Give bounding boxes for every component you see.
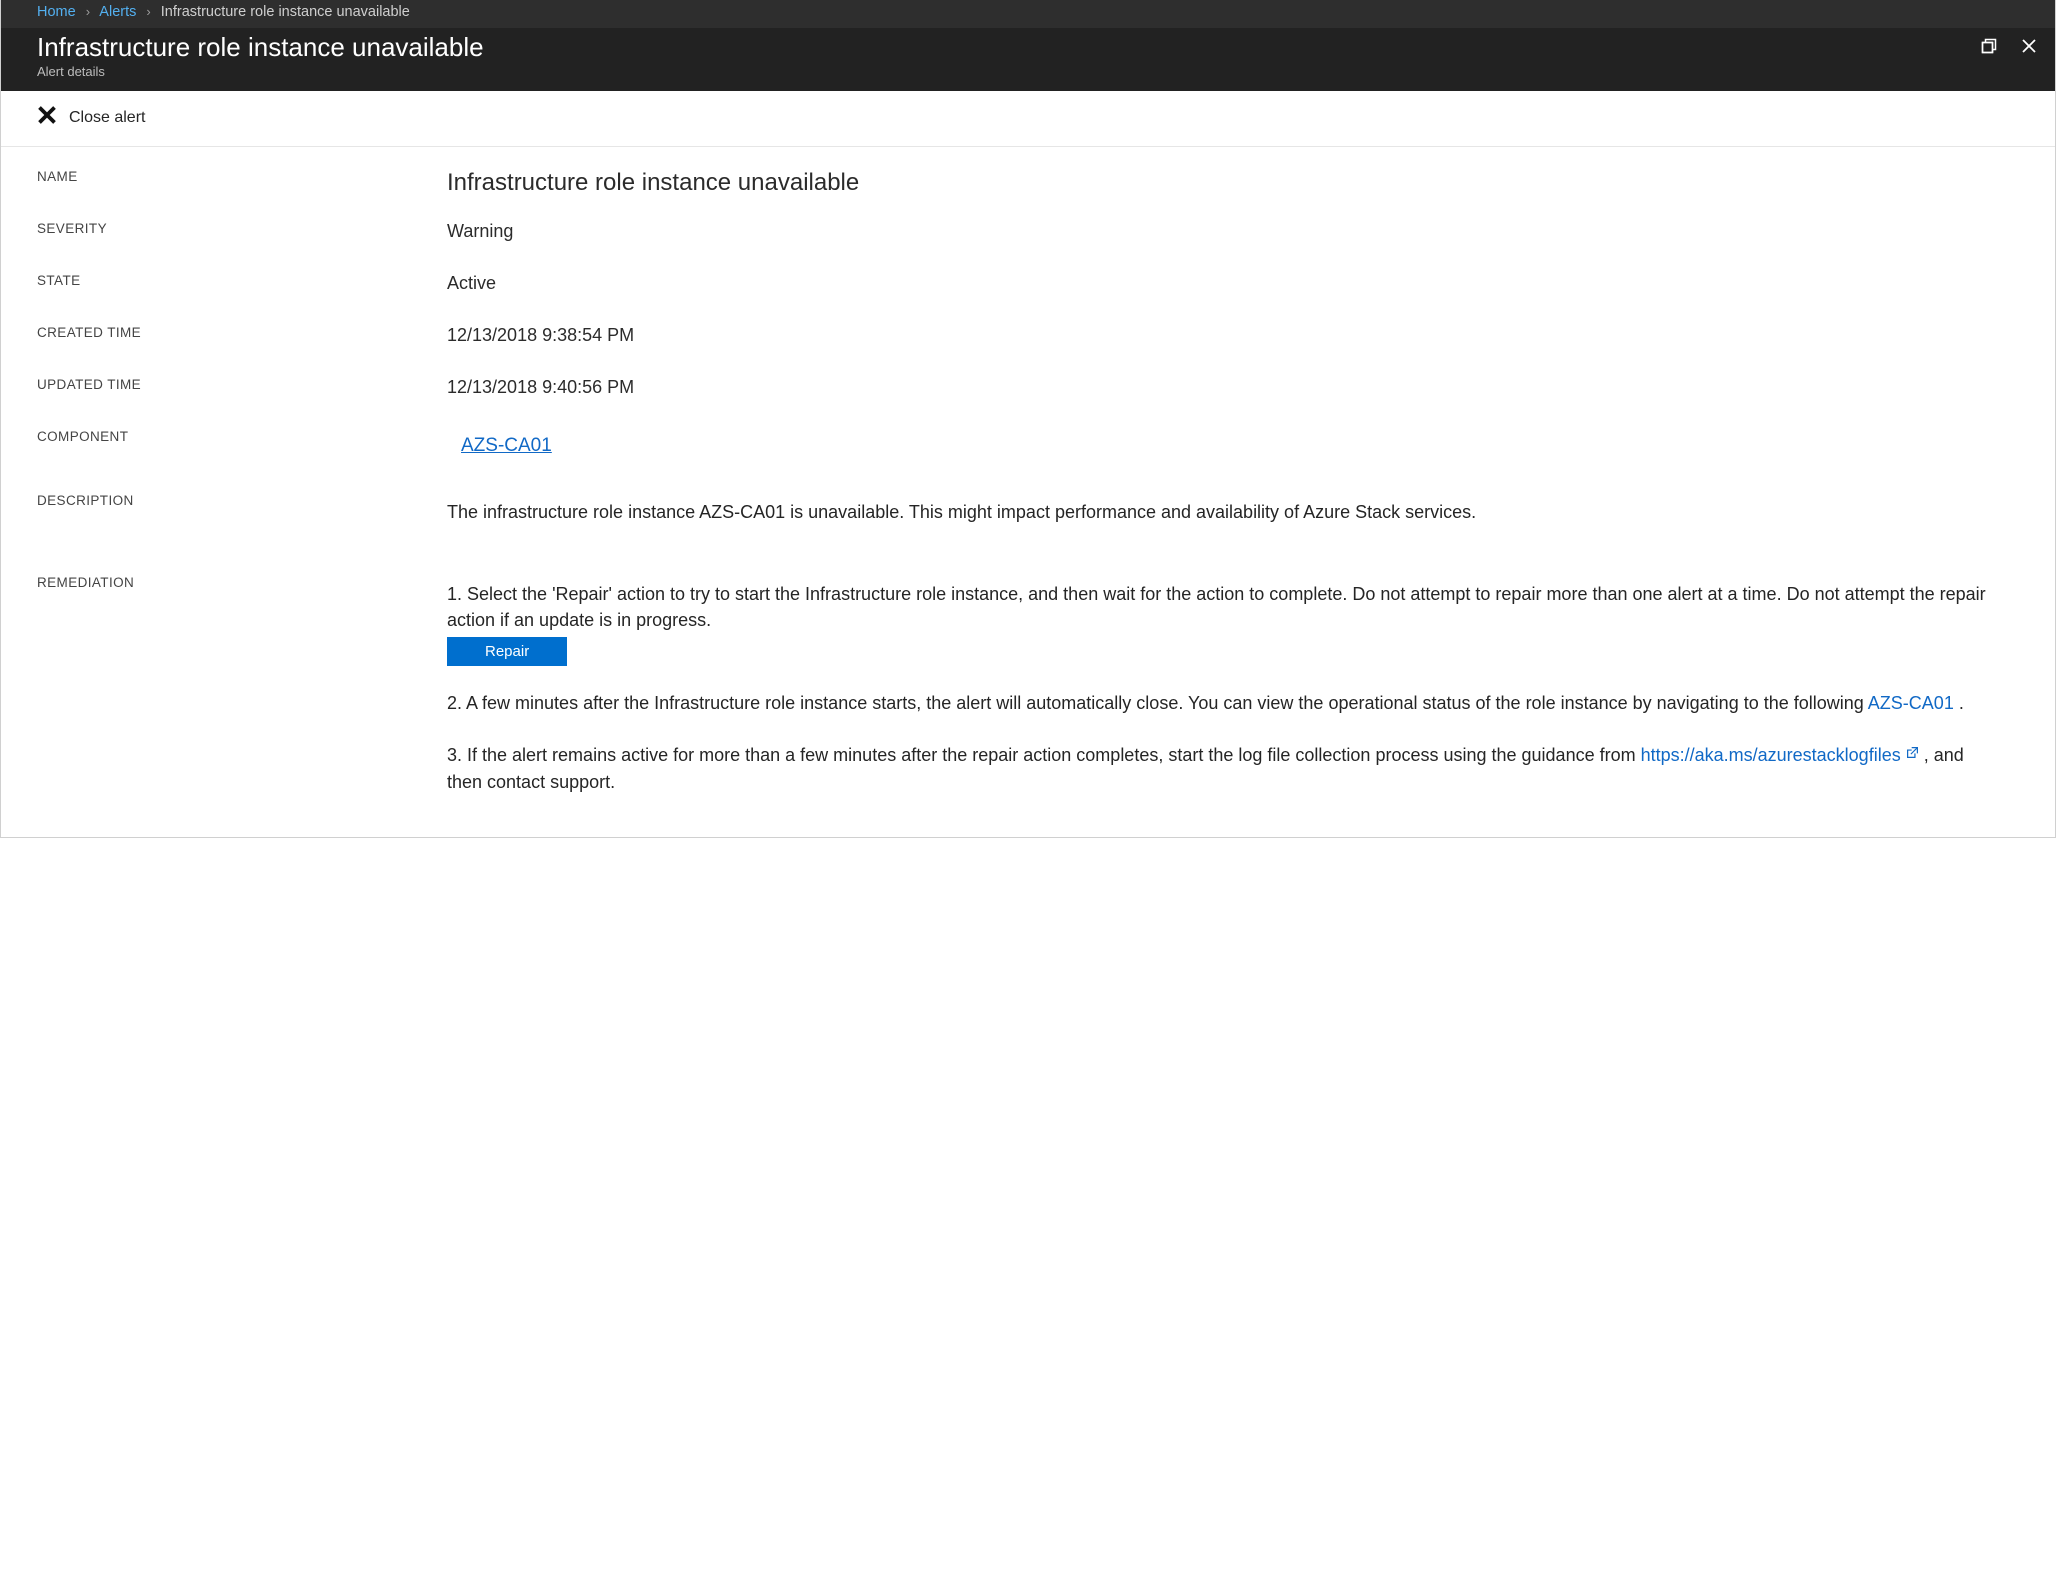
remediation-step-1: 1. Select the 'Repair' action to try to … (447, 581, 1995, 633)
value-description: The infrastructure role instance AZS-CA0… (447, 499, 1995, 581)
component-link[interactable]: AZS-CA01 (447, 435, 552, 456)
label-remediation: REMEDIATION (37, 575, 447, 590)
breadcrumb: Home › Alerts › Infrastructure role inst… (1, 0, 2055, 28)
value-state: Active (447, 273, 1995, 325)
remediation-block: 1. Select the 'Repair' action to try to … (447, 581, 1995, 794)
breadcrumb-current: Infrastructure role instance unavailable (161, 4, 410, 20)
remediation-step-3: 3. If the alert remains active for more … (447, 742, 1995, 794)
chevron-right-icon: › (140, 4, 156, 19)
breadcrumb-home[interactable]: Home (37, 4, 76, 20)
label-severity: SEVERITY (37, 221, 447, 273)
page-subtitle: Alert details (37, 64, 1981, 79)
chevron-right-icon: › (80, 4, 96, 19)
value-name: Infrastructure role instance unavailable (447, 169, 1995, 221)
close-alert-button[interactable]: Close alert (69, 109, 145, 127)
toolbar: Close alert (1, 91, 2055, 147)
close-window-icon[interactable] (2021, 38, 2037, 54)
label-name: NAME (37, 169, 447, 221)
remediation-step-2: 2. A few minutes after the Infrastructur… (447, 690, 1995, 716)
value-created-time: 12/13/2018 9:38:54 PM (447, 325, 1995, 377)
repair-button[interactable]: Repair (447, 637, 567, 666)
page-title: Infrastructure role instance unavailable (37, 32, 1981, 63)
label-description: DESCRIPTION (37, 493, 447, 575)
breadcrumb-alerts[interactable]: Alerts (99, 4, 136, 20)
close-alert-icon[interactable] (37, 105, 57, 130)
role-instance-link[interactable]: AZS-CA01 (1868, 693, 1954, 713)
label-state: STATE (37, 273, 447, 325)
log-files-link[interactable]: https://aka.ms/azurestacklogfiles (1641, 745, 1901, 765)
title-bar: Infrastructure role instance unavailable… (1, 28, 2055, 91)
value-updated-time: 12/13/2018 9:40:56 PM (447, 377, 1995, 429)
restore-window-icon[interactable] (1981, 38, 1997, 54)
label-component: COMPONENT (37, 429, 447, 493)
label-created-time: CREATED TIME (37, 325, 447, 377)
label-updated-time: UPDATED TIME (37, 377, 447, 429)
value-severity: Warning (447, 221, 1995, 273)
external-link-icon (1906, 740, 1919, 766)
